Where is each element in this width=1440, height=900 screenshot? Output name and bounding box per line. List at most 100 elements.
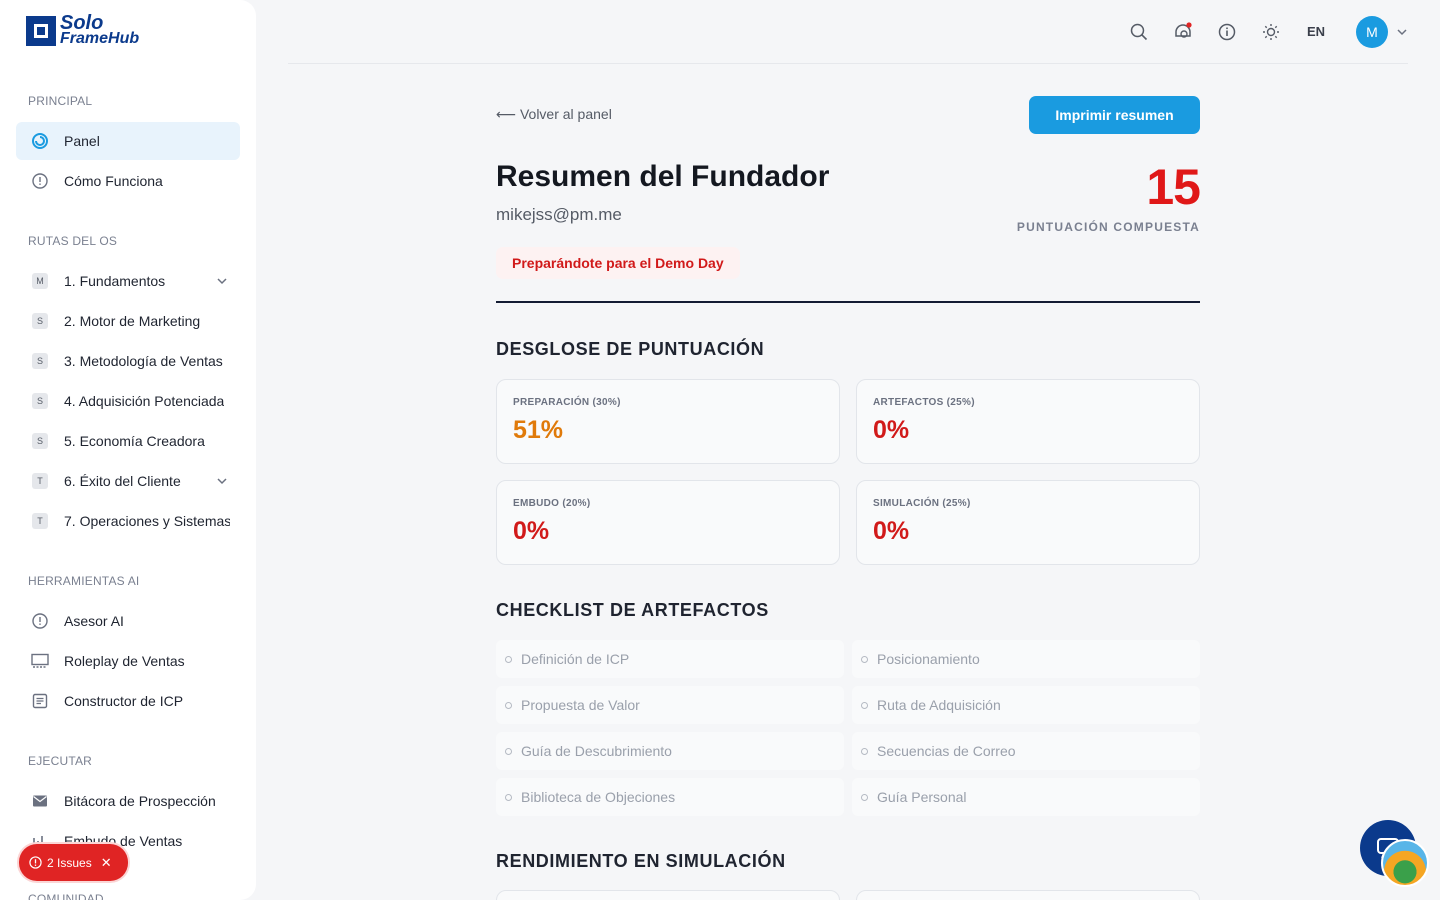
info-circle-icon [30, 171, 50, 191]
sidebar-item-label: Constructor de ICP [64, 693, 184, 709]
checklist-item: Guía Personal [852, 778, 1200, 816]
monitor-icon [30, 651, 50, 671]
tier-badge: T [32, 473, 48, 489]
section-label-routes: RUTAS DEL OS [28, 234, 118, 248]
simulation-card [496, 890, 840, 900]
metric-card-preparation: PREPARACIÓN (30%) 51% [496, 379, 840, 464]
chevron-down-icon[interactable] [216, 276, 228, 286]
section-label-execute: EJECUTAR [28, 754, 93, 768]
info-icon[interactable] [1217, 22, 1237, 42]
section-title-checklist: CHECKLIST DE ARTEFACTOS [496, 600, 769, 620]
checklist-label: Ruta de Adquisición [877, 697, 1001, 713]
sidebar-item-label: 1. Fundamentos [64, 273, 166, 289]
sidebar-item-route-5[interactable]: S 5. Economía Creadora [16, 422, 240, 460]
sidebar-item-route-1[interactable]: M 1. Fundamentos [16, 262, 240, 300]
sidebar-item-panel[interactable]: Panel [16, 122, 240, 160]
language-switcher[interactable]: EN [1307, 24, 1325, 39]
sidebar-item-label: 4. Adquisición Potenciada [64, 393, 225, 409]
metric-label: SIMULACIÓN (25%) [873, 498, 971, 509]
checklist-item: Posicionamiento [852, 640, 1200, 678]
assistant-avatar[interactable] [1381, 839, 1429, 887]
metric-label: EMBUDO (20%) [513, 498, 591, 509]
alert-icon [29, 856, 42, 869]
sidebar-item-label: Asesor AI [64, 613, 124, 629]
divider [496, 301, 1200, 303]
checklist-label: Guía de Descubrimiento [521, 743, 672, 759]
checklist-item: Propuesta de Valor [496, 686, 844, 724]
chevron-down-icon[interactable] [216, 476, 228, 486]
composite-score: 15 [1146, 159, 1201, 215]
section-title-simulation: RENDIMIENTO EN SIMULACIÓN [496, 851, 786, 871]
tier-badge: T [32, 513, 48, 529]
sidebar-item-label: Cómo Funciona [64, 173, 163, 189]
checklist-label: Guía Personal [877, 789, 967, 805]
checklist-item: Definición de ICP [496, 640, 844, 678]
logo-line1: Solo [60, 12, 104, 34]
logo[interactable]: Solo FrameHub [26, 12, 140, 47]
circle-icon [505, 747, 512, 755]
metric-value: 51% [513, 416, 564, 444]
tier-badge: S [32, 393, 48, 409]
circle-icon [505, 701, 512, 709]
metric-card-artifacts: ARTEFACTOS (25%) 0% [856, 379, 1200, 464]
checklist-item: Guía de Descubrimiento [496, 732, 844, 770]
status-badge: Preparándote para el Demo Day [496, 247, 740, 279]
checklist-item: Biblioteca de Objeciones [496, 778, 844, 816]
circle-icon [505, 655, 512, 663]
metric-value: 0% [873, 517, 910, 545]
sidebar-item-label: Bitácora de Prospección [64, 793, 216, 809]
chevron-down-icon[interactable] [1396, 27, 1408, 37]
checklist-label: Biblioteca de Objeciones [521, 789, 676, 805]
sidebar-item-route-6[interactable]: T 6. Éxito del Cliente [16, 462, 240, 500]
metric-card-funnel: EMBUDO (20%) 0% [496, 480, 840, 565]
simulation-card [856, 890, 1200, 900]
circle-icon [505, 793, 512, 801]
logo-line2: FrameHub [60, 30, 140, 47]
metric-value: 0% [873, 416, 910, 444]
metric-label: ARTEFACTOS (25%) [873, 397, 975, 408]
issues-label: 2 Issues [47, 855, 92, 870]
topbar: EN M [288, 0, 1408, 64]
sidebar-item-route-2[interactable]: S 2. Motor de Marketing [16, 302, 240, 340]
sidebar-item-ai-advisor[interactable]: Asesor AI [16, 602, 240, 640]
logo-mark-icon [26, 16, 56, 46]
sidebar-item-sales-roleplay[interactable]: Roleplay de Ventas [16, 642, 240, 680]
sidebar-item-label: 7. Operaciones y Sistemas [64, 513, 230, 529]
sidebar-item-route-4[interactable]: S 4. Adquisición Potenciada [16, 382, 240, 420]
theme-sun-icon[interactable] [1261, 22, 1281, 42]
back-link[interactable]: ⟵ Volver al panel [496, 106, 612, 123]
section-title-breakdown: DESGLOSE DE PUNTUACIÓN [496, 339, 765, 359]
checklist-item: Ruta de Adquisición [852, 686, 1200, 724]
tier-badge: S [32, 353, 48, 369]
sidebar-item-icp-builder[interactable]: Constructor de ICP [16, 682, 240, 720]
sidebar-item-prospecting-log[interactable]: Bitácora de Prospección [16, 782, 240, 820]
avatar[interactable]: M [1356, 16, 1388, 48]
circle-icon [861, 793, 868, 801]
sidebar-item-how-it-works[interactable]: Cómo Funciona [16, 162, 240, 200]
notifications-icon[interactable] [1173, 22, 1193, 42]
sidebar-item-label: 5. Economía Creadora [64, 433, 205, 449]
composite-score-label: PUNTUACIÓN COMPUESTA [1016, 220, 1200, 234]
sidebar-item-route-3[interactable]: S 3. Metodología de Ventas [16, 342, 240, 380]
checklist-label: Propuesta de Valor [521, 697, 640, 713]
panel-icon [30, 131, 50, 151]
back-label: Volver al panel [519, 106, 612, 122]
sidebar-item-label: Panel [64, 133, 100, 149]
tier-badge: S [32, 433, 48, 449]
sidebar-item-route-7[interactable]: T 7. Operaciones y Sistemas [16, 502, 240, 540]
checklist-item: Secuencias de Correo [852, 732, 1200, 770]
tier-badge: S [32, 313, 48, 329]
section-label-principal: PRINCIPAL [28, 94, 93, 108]
search-icon[interactable] [1129, 22, 1149, 42]
arrow-left-icon: ⟵ [496, 106, 517, 122]
print-summary-button[interactable]: Imprimir resumen [1029, 96, 1200, 134]
metric-value: 0% [513, 517, 550, 545]
close-icon[interactable]: ✕ [101, 855, 112, 871]
info-circle-icon [30, 611, 50, 631]
sidebar-item-label: 2. Motor de Marketing [64, 313, 201, 329]
sidebar-item-label: 3. Metodología de Ventas [64, 353, 223, 369]
circle-icon [861, 655, 868, 663]
issues-badge[interactable]: 2 Issues ✕ [19, 844, 128, 881]
document-icon [30, 691, 50, 711]
sidebar-item-label: 6. Éxito del Cliente [64, 473, 181, 489]
